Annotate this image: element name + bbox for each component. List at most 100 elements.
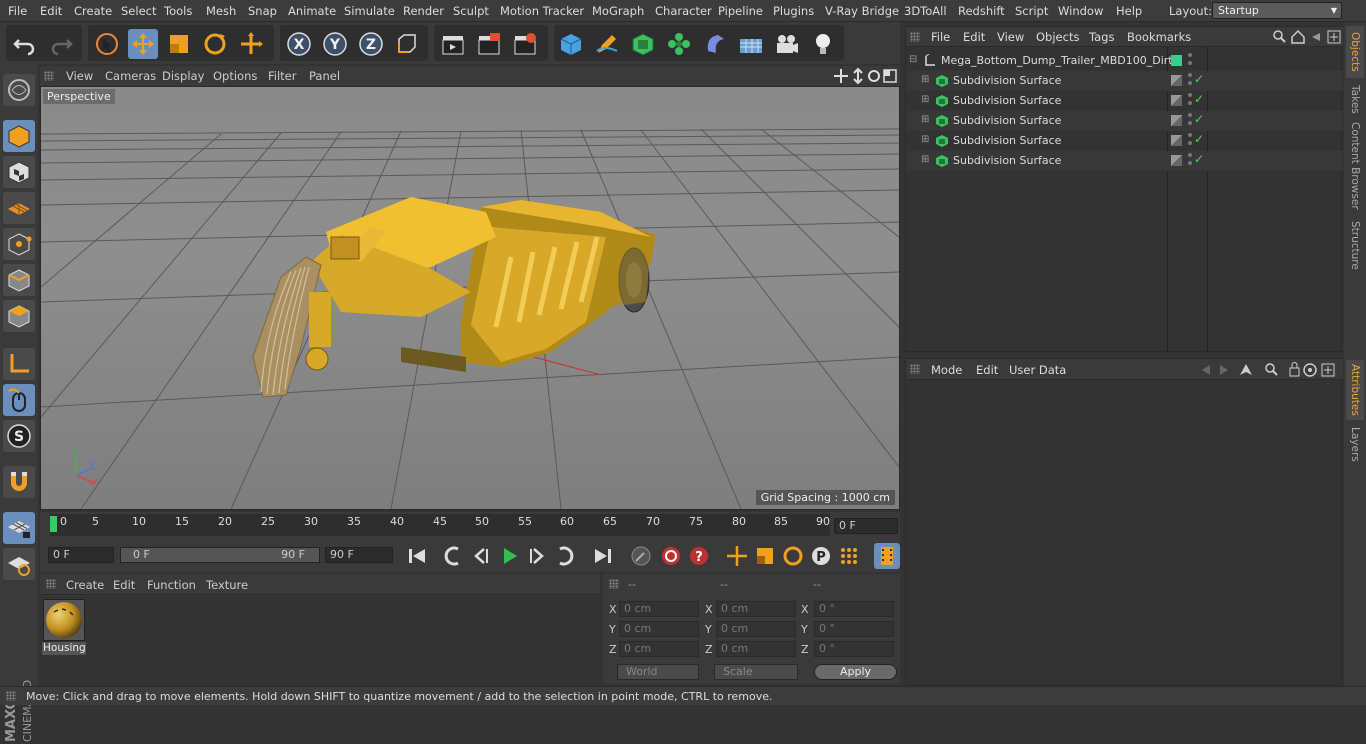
tab-attributes[interactable]: Attributes: [1346, 360, 1364, 420]
expand-icon[interactable]: ⊞: [921, 114, 929, 125]
model-mode-button[interactable]: [3, 120, 35, 152]
render-visibility-dot[interactable]: [1188, 141, 1192, 145]
solo-button[interactable]: S: [3, 420, 35, 452]
panel-grip[interactable]: [44, 71, 54, 81]
polygons-mode-button[interactable]: [3, 300, 35, 332]
floor-button[interactable]: [736, 29, 766, 59]
viewport-menu-panel[interactable]: Panel: [309, 69, 340, 83]
editor-visibility-dot[interactable]: [1188, 93, 1192, 97]
tab-takes[interactable]: Takes: [1346, 82, 1364, 116]
menu-window[interactable]: Window: [1058, 4, 1103, 18]
editor-visibility-dot[interactable]: [1188, 153, 1192, 157]
layout-dropdown[interactable]: Startup: [1212, 2, 1342, 19]
tab-objects[interactable]: Objects: [1346, 26, 1364, 78]
y-axis-button[interactable]: Y: [320, 29, 350, 59]
size-z-field[interactable]: 0 cm: [716, 641, 796, 657]
apply-button[interactable]: Apply: [814, 664, 897, 680]
attribute-menu-edit[interactable]: Edit: [976, 363, 998, 377]
material-menu-function[interactable]: Function: [147, 578, 196, 592]
tab-content-browser[interactable]: Content Browser: [1346, 122, 1364, 210]
rotation-b-field[interactable]: 0 °: [814, 641, 894, 657]
key-scale-button[interactable]: [752, 543, 778, 569]
tweak-mode-button[interactable]: [3, 384, 35, 416]
editor-visibility-dot[interactable]: [1188, 133, 1192, 137]
material-thumbnail[interactable]: [43, 599, 85, 641]
menu-select[interactable]: Select: [121, 4, 156, 18]
size-mode-dropdown[interactable]: Scale: [714, 664, 798, 680]
material-menu-texture[interactable]: Texture: [206, 578, 248, 592]
scale-tool-button[interactable]: [164, 29, 194, 59]
layer-icon[interactable]: [1171, 135, 1182, 146]
object-menu-file[interactable]: File: [931, 30, 950, 44]
viewport-menu-view[interactable]: View: [66, 69, 93, 83]
enabled-check-icon[interactable]: ✓: [1194, 92, 1204, 106]
material-name-label[interactable]: Housing: [42, 642, 86, 655]
go-to-end-button[interactable]: [590, 543, 616, 569]
play-button[interactable]: [496, 543, 522, 569]
menu-pipeline[interactable]: Pipeline: [718, 4, 763, 18]
menu-help[interactable]: Help: [1116, 4, 1142, 18]
autokey-button[interactable]: [658, 543, 684, 569]
viewport-camera-label[interactable]: Perspective: [43, 89, 115, 104]
menu-edit[interactable]: Edit: [40, 4, 62, 18]
perspective-viewport[interactable]: Y Z X Perspective Grid Spacing : 1000 cm: [40, 86, 900, 510]
viewport-menu-display[interactable]: Display: [162, 69, 204, 83]
position-x-field[interactable]: 0 cm: [619, 601, 699, 617]
texture-mode-button[interactable]: [3, 156, 35, 188]
record-keys-button[interactable]: [628, 543, 654, 569]
object-row[interactable]: ⊞ Subdivision Surface ✓: [906, 91, 1343, 111]
menu-redshift[interactable]: Redshift: [958, 4, 1005, 18]
camera-button[interactable]: [772, 29, 802, 59]
menu-script[interactable]: Script: [1015, 4, 1048, 18]
render-visibility-dot[interactable]: [1188, 101, 1192, 105]
pen-spline-button[interactable]: [592, 29, 622, 59]
layer-icon[interactable]: [1171, 95, 1182, 106]
position-y-field[interactable]: 0 cm: [619, 621, 699, 637]
size-x-field[interactable]: 0 cm: [716, 601, 796, 617]
workplane-lock-button[interactable]: [3, 512, 35, 544]
cube-button[interactable]: [556, 29, 586, 59]
coordinate-space-dropdown[interactable]: World: [617, 664, 699, 680]
menu-animate[interactable]: Animate: [288, 4, 336, 18]
end-frame-field[interactable]: 90 F: [325, 547, 393, 563]
editor-visibility-dot[interactable]: [1188, 53, 1192, 57]
attribute-menu-user-data[interactable]: User Data: [1009, 363, 1066, 377]
viewport-nav-icons[interactable]: [834, 68, 898, 84]
live-selection-button[interactable]: [92, 29, 122, 59]
panel-grip[interactable]: [609, 579, 619, 589]
object-menu-objects[interactable]: Objects: [1036, 30, 1079, 44]
axis-mode-button[interactable]: [3, 348, 35, 380]
subdivision-surface-button[interactable]: [628, 29, 658, 59]
cloner-button[interactable]: [664, 29, 694, 59]
menu-file[interactable]: File: [8, 4, 27, 18]
attribute-menu-mode[interactable]: Mode: [931, 363, 962, 377]
panel-grip[interactable]: [46, 579, 56, 589]
key-rotation-button[interactable]: [780, 543, 806, 569]
object-row[interactable]: ⊞ Subdivision Surface ✓: [906, 131, 1343, 151]
expand-icon[interactable]: ⊞: [921, 134, 929, 145]
z-axis-button[interactable]: Z: [356, 29, 386, 59]
playhead-marker[interactable]: [50, 516, 57, 532]
locked-workplane-button[interactable]: [3, 548, 35, 580]
render-picture-viewer-button[interactable]: [474, 29, 504, 59]
viewport-menu-filter[interactable]: Filter: [268, 69, 296, 83]
viewport-menu-options[interactable]: Options: [213, 69, 257, 83]
render-view-button[interactable]: [438, 29, 468, 59]
timeline-window-button[interactable]: [874, 543, 900, 569]
move-tool-button[interactable]: [128, 29, 158, 59]
snap-button[interactable]: [3, 466, 35, 498]
undo-button[interactable]: [10, 29, 40, 59]
key-pla-button[interactable]: [836, 543, 862, 569]
workplane-mode-button[interactable]: [3, 192, 35, 224]
deformer-button[interactable]: [700, 29, 730, 59]
next-frame-button[interactable]: [524, 543, 550, 569]
object-menu-view[interactable]: View: [997, 30, 1024, 44]
collapse-icon[interactable]: ⊟: [909, 54, 917, 65]
object-nav-icons[interactable]: [1272, 29, 1342, 45]
enabled-check-icon[interactable]: ✓: [1194, 72, 1204, 86]
menu-plugins[interactable]: Plugins: [773, 4, 814, 18]
object-row[interactable]: ⊞ Subdivision Surface ✓: [906, 111, 1343, 131]
x-axis-button[interactable]: X: [284, 29, 314, 59]
panel-grip[interactable]: [6, 691, 16, 701]
expand-icon[interactable]: ⊞: [921, 94, 929, 105]
